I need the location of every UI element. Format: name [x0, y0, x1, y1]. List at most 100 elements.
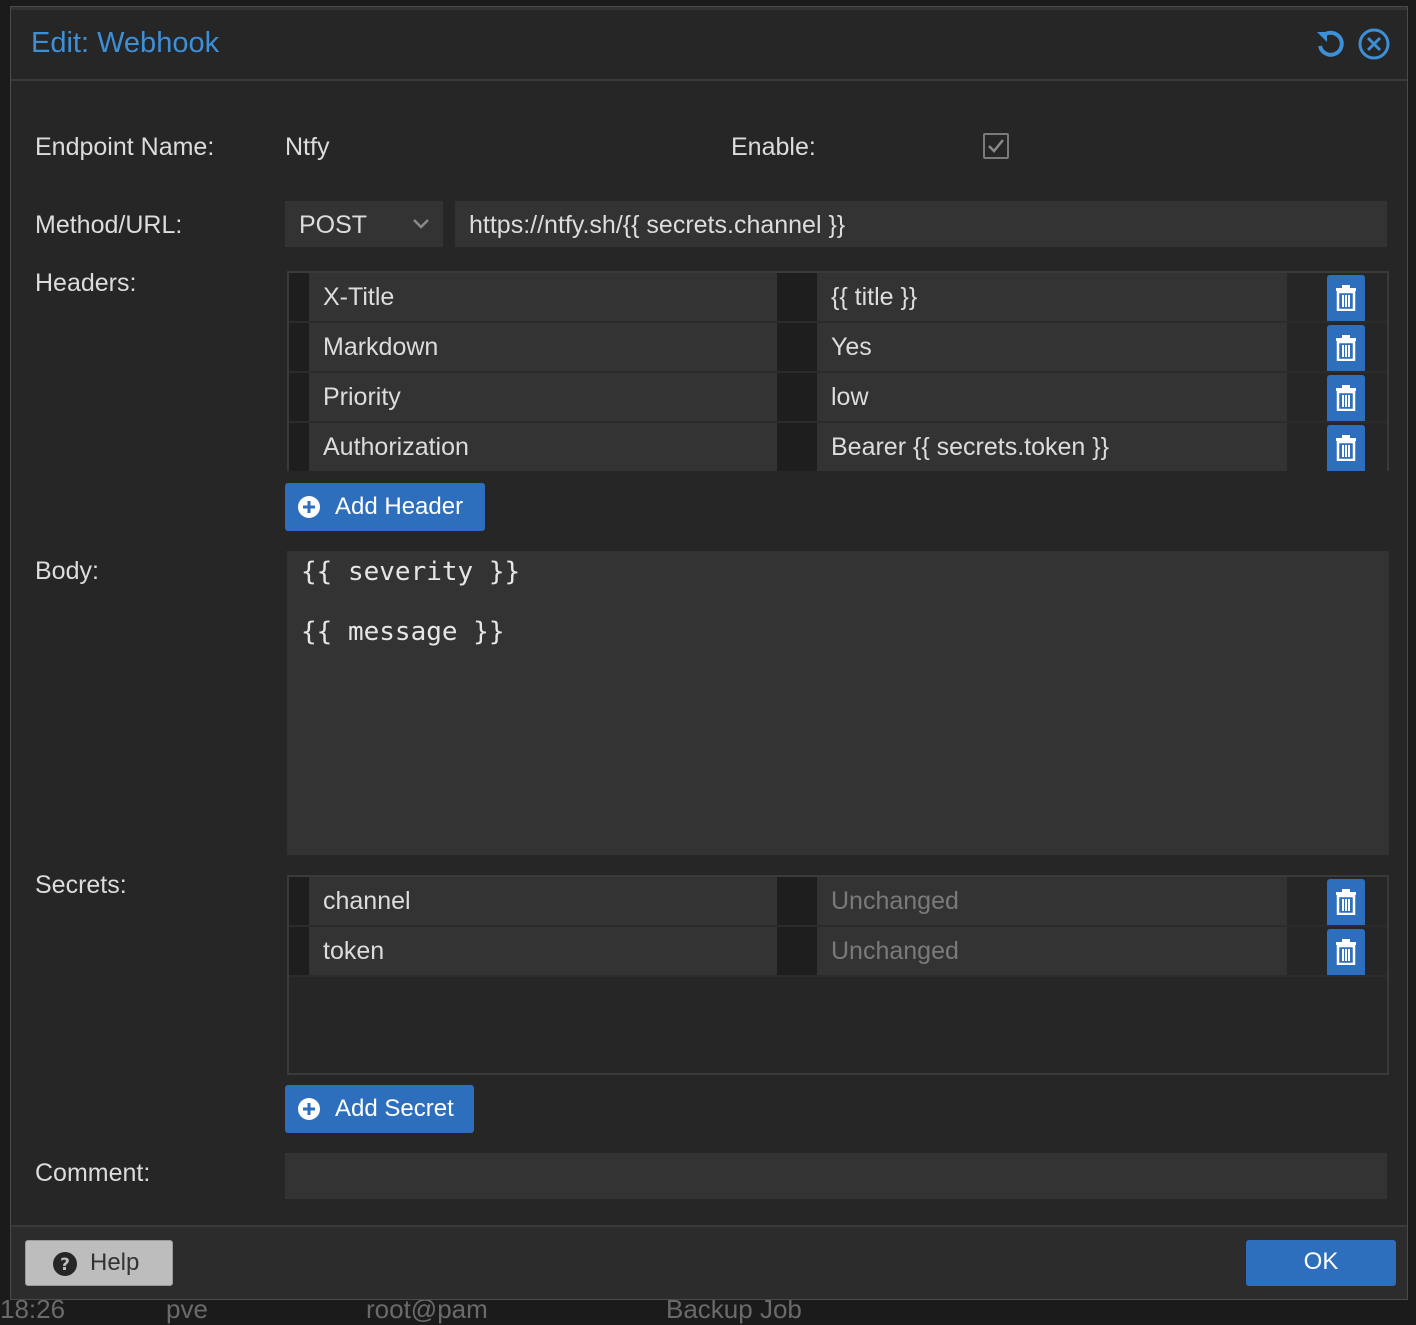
svg-text:?: ?	[60, 1255, 70, 1275]
delete-secret-button[interactable]	[1327, 879, 1365, 925]
header-key-input[interactable]: Authorization	[309, 423, 777, 471]
ok-button[interactable]: OK	[1246, 1240, 1396, 1286]
enable-label: Enable:	[731, 133, 816, 161]
secret-row: channel Unchanged	[289, 877, 1387, 925]
header-value-input[interactable]: {{ title }}	[817, 273, 1287, 321]
endpoint-name-value: Ntfy	[285, 133, 330, 161]
row-drag-handle[interactable]	[289, 273, 309, 321]
body-line: {{ severity }}	[301, 557, 521, 587]
secret-value-input[interactable]: Unchanged	[817, 877, 1287, 925]
row-drag-handle[interactable]	[289, 877, 309, 925]
checkmark-icon	[988, 139, 1004, 153]
help-label: Help	[90, 1249, 140, 1276]
cell-gap	[777, 927, 817, 975]
delete-cell	[1287, 927, 1387, 975]
secret-value-placeholder: Unchanged	[831, 937, 959, 965]
delete-header-button[interactable]	[1327, 325, 1365, 371]
delete-cell	[1287, 877, 1387, 925]
cell-gap	[777, 273, 817, 321]
add-header-button[interactable]: Add Header	[285, 483, 485, 531]
header-key-input[interactable]: X-Title	[309, 273, 777, 321]
close-circle-icon[interactable]	[1357, 27, 1391, 61]
delete-cell	[1287, 323, 1387, 371]
dialog-footer: ? Help OK	[11, 1227, 1407, 1299]
url-input[interactable]: https://ntfy.sh/{{ secrets.channel }}	[455, 201, 1387, 247]
add-secret-button[interactable]: Add Secret	[285, 1085, 474, 1133]
row-divider	[289, 975, 1387, 977]
plus-circle-icon	[298, 496, 320, 518]
ok-label: OK	[1303, 1248, 1339, 1275]
header-value-input[interactable]: low	[817, 373, 1287, 421]
dialog-title: Edit: Webhook	[31, 27, 220, 59]
delete-header-button[interactable]	[1327, 275, 1365, 321]
secret-key-input[interactable]: token	[309, 927, 777, 975]
trash-icon	[1336, 889, 1356, 915]
header-key-text: Markdown	[323, 333, 439, 361]
header-value-text: Yes	[831, 333, 872, 361]
delete-cell	[1287, 273, 1387, 321]
trash-icon	[1336, 385, 1356, 411]
header-value-text: {{ title }}	[831, 283, 918, 311]
secrets-label: Secrets:	[35, 871, 127, 899]
delete-header-button[interactable]	[1327, 375, 1365, 421]
edit-webhook-dialog: Edit: Webhook Endpoint Name: Ntfy Enable…	[10, 6, 1408, 1300]
help-button[interactable]: ? Help	[25, 1240, 173, 1286]
header-value-text: Bearer {{ secrets.token }}	[831, 433, 1109, 461]
header-key-text: Authorization	[323, 433, 469, 461]
method-select-value: POST	[299, 211, 368, 239]
body-textarea[interactable]: {{ severity }} {{ message }}	[287, 551, 1389, 855]
trash-icon	[1336, 939, 1356, 965]
secret-key-text: channel	[323, 887, 411, 915]
method-select[interactable]: POST	[285, 201, 443, 247]
header-row: Markdown Yes	[289, 323, 1387, 371]
secret-value-input[interactable]: Unchanged	[817, 927, 1287, 975]
row-drag-handle[interactable]	[289, 373, 309, 421]
header-key-text: X-Title	[323, 283, 395, 311]
secret-key-input[interactable]: channel	[309, 877, 777, 925]
comment-input[interactable]	[285, 1153, 1387, 1199]
headers-grid: X-Title {{ title }} Markdown Yes Priorit…	[287, 271, 1389, 471]
header-row: Authorization Bearer {{ secrets.token }}	[289, 423, 1387, 471]
secret-row: token Unchanged	[289, 927, 1387, 975]
body-line: {{ message }}	[301, 617, 505, 647]
header-key-text: Priority	[323, 383, 401, 411]
delete-secret-button[interactable]	[1327, 929, 1365, 975]
secret-value-placeholder: Unchanged	[831, 887, 959, 915]
secrets-grid: channel Unchanged token Unchanged	[287, 875, 1389, 1075]
header-key-input[interactable]: Markdown	[309, 323, 777, 371]
header-row: Priority low	[289, 373, 1387, 421]
delete-header-button[interactable]	[1327, 425, 1365, 471]
body-label: Body:	[35, 557, 99, 585]
header-value-input[interactable]: Yes	[817, 323, 1287, 371]
enable-checkbox[interactable]	[983, 133, 1009, 159]
row-drag-handle[interactable]	[289, 927, 309, 975]
plus-circle-icon	[298, 1098, 320, 1120]
secret-key-text: token	[323, 937, 385, 965]
cell-gap	[777, 877, 817, 925]
row-drag-handle[interactable]	[289, 323, 309, 371]
endpoint-name-label: Endpoint Name:	[35, 133, 215, 161]
trash-icon	[1336, 335, 1356, 361]
header-key-input[interactable]: Priority	[309, 373, 777, 421]
delete-cell	[1287, 373, 1387, 421]
undo-icon[interactable]	[1313, 27, 1347, 61]
headers-label: Headers:	[35, 269, 137, 297]
method-url-label: Method/URL:	[35, 211, 183, 239]
header-value-input[interactable]: Bearer {{ secrets.token }}	[817, 423, 1287, 471]
header-row: X-Title {{ title }}	[289, 273, 1387, 321]
trash-icon	[1336, 435, 1356, 461]
form-panel: Endpoint Name: Ntfy Enable: Method/URL: …	[13, 81, 1405, 1225]
cell-gap	[777, 373, 817, 421]
header-value-text: low	[831, 383, 869, 411]
delete-cell	[1287, 423, 1387, 471]
dialog-top-border	[11, 7, 1407, 10]
cell-gap	[777, 323, 817, 371]
add-header-label: Add Header	[335, 493, 464, 520]
trash-icon	[1336, 285, 1356, 311]
row-drag-handle[interactable]	[289, 423, 309, 471]
question-circle-icon: ?	[53, 1252, 77, 1276]
url-input-value: https://ntfy.sh/{{ secrets.channel }}	[469, 211, 846, 239]
comment-label: Comment:	[35, 1159, 151, 1187]
cell-gap	[777, 423, 817, 471]
chevron-down-icon	[413, 219, 429, 229]
